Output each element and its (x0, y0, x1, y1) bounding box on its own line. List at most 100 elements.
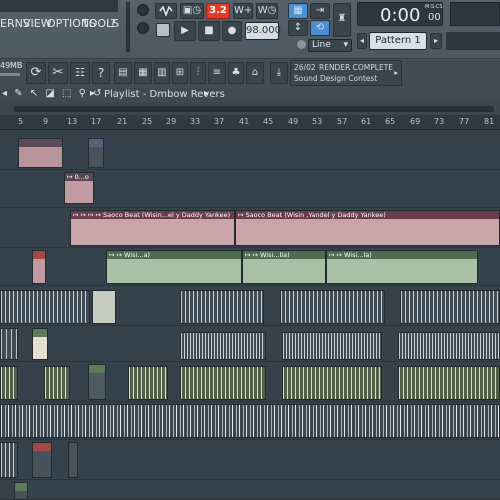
audio-clip[interactable] (32, 328, 48, 360)
piano-roll-icon[interactable]: ▦ (134, 62, 152, 84)
typing-keyboard-icon[interactable] (297, 40, 306, 49)
song-mode-icon[interactable]: ▣◷ (180, 3, 204, 19)
hint-panel: 26/02 RENDER COMPLETE Sound Design Conte… (290, 60, 402, 86)
tempo-display[interactable]: 98.000 (245, 22, 281, 40)
metronome-button[interactable]: ▦ (288, 3, 308, 19)
snap-selector[interactable]: Line ▾ (308, 39, 352, 52)
scrollbar-thumb[interactable] (14, 106, 494, 112)
timeline-ruler[interactable]: 5 9 13 17 21 25 29 33 37 41 45 49 53 57 … (0, 115, 500, 130)
audio-clip[interactable] (14, 482, 28, 500)
memory-bar (0, 73, 20, 76)
audio-clip[interactable]: ↦ ↦ Wisi...la) (326, 250, 478, 284)
playlist-tracks[interactable]: ↦ 0...o ↦ ↦ ↦ ↦ Saoco Beat (Wisin...el y… (0, 130, 500, 500)
mixer-icon[interactable]: ⊞ (172, 62, 188, 84)
arrow-right-icon[interactable]: ▸ (90, 88, 95, 99)
audio-clip[interactable]: ↦ ↦ Wisi...lla) (242, 250, 326, 284)
pattern-selector[interactable]: Pattern 1 (369, 32, 427, 50)
ruler-marker: 33 (190, 117, 201, 126)
pattern-clip[interactable] (68, 442, 78, 478)
pattern-mode-icon[interactable] (155, 3, 177, 19)
help-icon[interactable]: ? (92, 62, 110, 84)
audio-clip[interactable]: ↦ 0...o (64, 172, 94, 204)
ruler-marker: 41 (239, 117, 250, 126)
sliders-icon[interactable]: ☷ (70, 62, 90, 84)
undo-history-icon[interactable]: ⟳ (26, 62, 46, 84)
audio-clip[interactable] (88, 364, 106, 400)
audio-clip[interactable]: ↦ ↦ Wisi...a) (106, 250, 242, 284)
stop-button[interactable]: ■ (198, 21, 220, 41)
audio-clip[interactable] (18, 138, 63, 168)
ruler-marker: 45 (263, 117, 274, 126)
clip-header (19, 139, 62, 147)
snap-value: Line (312, 40, 331, 50)
record-button[interactable]: ● (222, 21, 242, 41)
pattern-clip[interactable] (398, 332, 500, 360)
channel-settings-icon[interactable]: ⫶ (190, 62, 206, 84)
audio-clip[interactable]: ↦ Saoco Beat (Wisin ,Yandel y Daddy Yank… (235, 210, 500, 246)
chevron-right-icon: ▸ (394, 68, 398, 77)
pattern-clip[interactable] (398, 366, 500, 400)
pattern-song-toggle[interactable] (156, 23, 170, 37)
pattern-clip[interactable] (0, 442, 18, 478)
playlist-scrollbar[interactable] (0, 103, 500, 115)
playlist-tools[interactable]: ◂ ✎ ↖ ◪ ⬚ ⚲ ↺ (2, 88, 103, 99)
cut-icon[interactable]: ✂ (48, 62, 68, 84)
master-volume-slider[interactable] (126, 2, 130, 52)
ruler-marker: 57 (337, 117, 348, 126)
clip-header: ↦ ↦ Wisi...la) (327, 251, 477, 259)
pattern-clip[interactable] (400, 290, 500, 324)
playlist-track (0, 362, 500, 402)
pattern-next-button[interactable]: ▸ (430, 33, 442, 49)
download-icon[interactable]: ⤓ (270, 62, 288, 84)
mixer-faders-icon[interactable]: ≡ (208, 62, 226, 84)
audio-clip[interactable] (88, 138, 104, 168)
ruler-marker: 69 (410, 117, 421, 126)
ruler-marker: 25 (142, 117, 153, 126)
loop-record-button[interactable]: ⟲ (310, 20, 330, 36)
pattern-clip[interactable] (180, 366, 266, 400)
pattern-clip[interactable] (128, 366, 168, 400)
pattern-clip[interactable] (0, 366, 18, 400)
time-unit: M:S:CS (425, 4, 443, 10)
audio-clip[interactable] (32, 250, 46, 284)
ruler-marker: 53 (312, 117, 323, 126)
pattern-song-display: 3.2 (206, 3, 230, 19)
menu-help[interactable]: ? (110, 17, 116, 30)
ruler-marker: 49 (288, 117, 299, 126)
pattern-clip[interactable] (282, 332, 382, 360)
pattern-clip[interactable] (280, 290, 385, 324)
clip-header (33, 443, 51, 451)
clip-header: ↦ ↦ ↦ ↦ Saoco Beat (Wisin...el y Daddy Y… (71, 211, 234, 219)
countdown-button[interactable]: ↕ (288, 20, 308, 36)
channel-rack-icon[interactable]: ▥ (154, 62, 170, 84)
plugin-picker-icon[interactable]: ♣ (228, 62, 244, 84)
clip-header (89, 365, 105, 373)
play-button[interactable]: ▶ (174, 21, 196, 41)
audio-clip[interactable] (92, 290, 116, 324)
audio-clip[interactable]: ↦ ↦ ↦ ↦ Saoco Beat (Wisin...el y Daddy Y… (70, 210, 235, 246)
pattern-clip[interactable] (0, 290, 90, 324)
time-display: 0:00 M:S:CS 00 (357, 2, 443, 26)
playlist-track (0, 402, 500, 440)
playlist-track (0, 130, 500, 170)
wait-input-button[interactable]: ⇥ (310, 3, 330, 19)
master-pan-knob[interactable] (137, 22, 149, 34)
browser-icon[interactable]: ⌂ (246, 62, 264, 84)
ruler-marker: 9 (43, 117, 49, 126)
pattern-prev-button[interactable]: ◂ (357, 33, 367, 49)
clip-header (33, 329, 47, 337)
pattern-clip[interactable] (180, 290, 264, 324)
pattern-clip[interactable] (282, 366, 382, 400)
pattern-clip[interactable] (180, 332, 266, 360)
ruler-marker: 65 (385, 117, 396, 126)
clock-icon[interactable]: W◷ (256, 3, 278, 19)
hint-subtitle: Sound Design Contest (294, 74, 378, 83)
pattern-clip[interactable] (0, 328, 18, 360)
pattern-clip[interactable] (44, 366, 70, 400)
stamp-icon[interactable]: ♜ (333, 3, 351, 37)
pattern-clip[interactable] (0, 404, 500, 438)
wave-step-icon[interactable]: W+ (233, 3, 253, 19)
playlist-icon[interactable]: ▤ (114, 62, 132, 84)
audio-clip[interactable] (32, 442, 52, 478)
master-pitch-knob[interactable] (137, 4, 149, 16)
